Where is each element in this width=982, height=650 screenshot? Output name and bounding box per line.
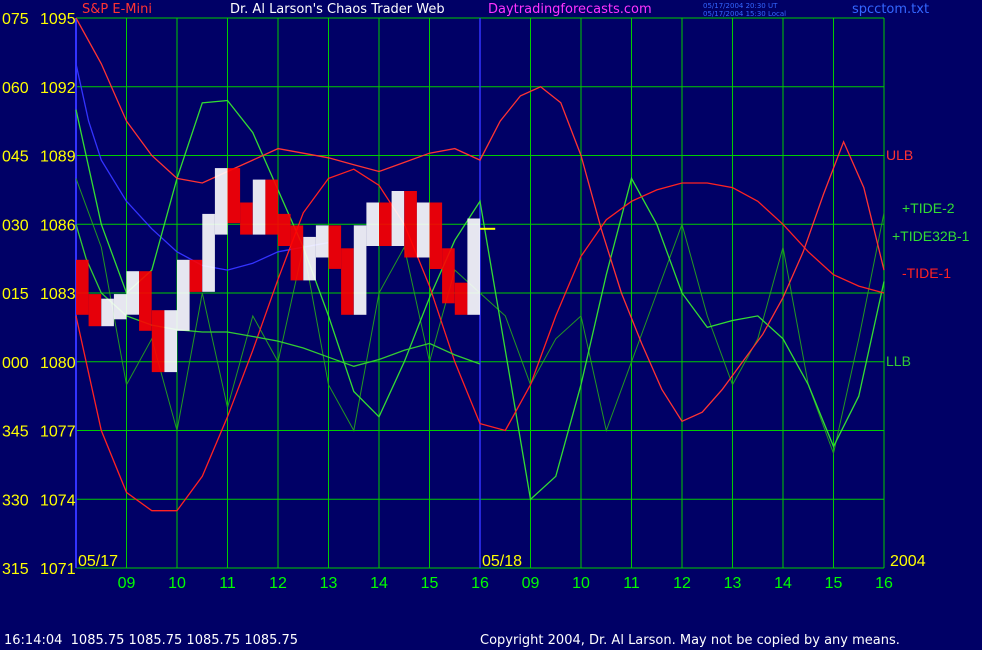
y-left-tick-label: 060 bbox=[2, 80, 29, 97]
x-hour-tick-label: 16 bbox=[875, 575, 893, 592]
y-right-tick-label: 1092 bbox=[40, 80, 76, 97]
quote-line: 16:14:04 1085.75 1085.75 1085.75 1085.75 bbox=[4, 633, 299, 648]
site-title: Dr. Al Larson's Chaos Trader Web bbox=[230, 2, 445, 17]
x-hour-tick-label: 14 bbox=[774, 575, 792, 592]
x-hour-tick-label: 09 bbox=[118, 575, 136, 592]
ulb-label: ULB bbox=[886, 147, 913, 163]
y-right-tick-label: 1080 bbox=[40, 355, 76, 372]
price-bar-down bbox=[404, 191, 417, 258]
price-bar-down bbox=[151, 310, 165, 373]
price-bar-down bbox=[227, 168, 241, 224]
price-bar-down bbox=[265, 179, 278, 235]
price-bar-up bbox=[366, 202, 379, 246]
price-bar-up bbox=[177, 259, 190, 331]
x-hour-tick-label: 13 bbox=[320, 575, 338, 592]
x-hour-tick-label: 12 bbox=[269, 575, 287, 592]
price-bar-down bbox=[442, 248, 455, 304]
file-name: spcctom.txt bbox=[852, 2, 930, 17]
x-hour-tick-label: 16 bbox=[471, 575, 489, 592]
x-hour-tick-label: 10 bbox=[168, 575, 186, 592]
y-left-tick-label: 345 bbox=[2, 424, 29, 441]
x-hour-tick-label: 09 bbox=[522, 575, 540, 592]
llb-label: LLB bbox=[886, 353, 911, 369]
chaos-trader-chart: 075 1095 060 1092 045 1089 030 1086 015 1083 000 10… bbox=[2, 11, 970, 592]
y-left-tick-label: 030 bbox=[2, 217, 29, 234]
y-right-tick-label: 1077 bbox=[40, 424, 76, 441]
x-hour-tick-label: 14 bbox=[370, 575, 388, 592]
price-bar-up bbox=[315, 225, 329, 258]
y-left-tick-label: 045 bbox=[2, 149, 29, 166]
y-right-tick-label: 1083 bbox=[40, 286, 76, 303]
price-bar-up bbox=[164, 310, 177, 373]
instrument-title: S&P E-Mini bbox=[82, 2, 152, 17]
price-bar-down bbox=[139, 271, 152, 331]
price-bar-up bbox=[467, 218, 480, 315]
x-hour-tick-label: 10 bbox=[572, 575, 590, 592]
price-bar-down bbox=[379, 202, 392, 246]
x-hour-tick-label: 15 bbox=[421, 575, 439, 592]
stamp-local: 05/17/2004 15:30 Local bbox=[703, 10, 787, 18]
price-bar-up bbox=[353, 225, 367, 315]
y-right-tick-label: 1071 bbox=[40, 561, 76, 578]
y-left-tick-label: 330 bbox=[2, 492, 29, 509]
price-bar-up bbox=[101, 298, 114, 327]
x-hour-tick-label: 11 bbox=[623, 575, 640, 592]
stamp-ut: 05/17/2004 20:30 UT bbox=[703, 2, 778, 10]
date-label-mid: 05/18 bbox=[482, 553, 522, 570]
price-bar-down bbox=[88, 294, 102, 327]
price-bar-up bbox=[126, 271, 140, 315]
price-bar-down bbox=[240, 202, 253, 235]
price-bar-down bbox=[76, 259, 89, 315]
price-bar-down bbox=[454, 282, 468, 315]
price-bar-down bbox=[429, 202, 443, 269]
price-bar-up bbox=[416, 202, 430, 258]
tide2-label: +TIDE-2 bbox=[902, 200, 955, 216]
copyright: Copyright 2004, Dr. Al Larson. May not b… bbox=[480, 633, 900, 648]
y-left-tick-label: 015 bbox=[2, 286, 29, 303]
price-bar-down bbox=[189, 259, 203, 292]
y-right-tick-label: 1089 bbox=[40, 149, 76, 166]
y-left-tick-label: 000 bbox=[2, 355, 29, 372]
tide1-label: -TIDE-1 bbox=[902, 265, 951, 281]
site-url: Daytradingforecasts.com bbox=[488, 2, 652, 17]
y-right-tick-label: 1095 bbox=[40, 11, 76, 28]
price-bar-up bbox=[252, 179, 266, 235]
price-bar-down bbox=[328, 225, 342, 269]
price-bar-up bbox=[113, 294, 127, 320]
date-label-year: 2004 bbox=[890, 553, 926, 570]
y-right-tick-label: 1086 bbox=[40, 217, 76, 234]
x-hour-tick-label: 12 bbox=[673, 575, 691, 592]
tide32b-label: +TIDE32B-1 bbox=[892, 228, 970, 244]
price-bar-up bbox=[214, 168, 228, 235]
price-bar-up bbox=[391, 191, 405, 246]
y-left-tick-label: 315 bbox=[2, 561, 29, 578]
x-hour-tick-label: 11 bbox=[219, 575, 236, 592]
price-bar-down bbox=[341, 248, 354, 315]
price-bar-up bbox=[202, 213, 215, 292]
y-left-tick-label: 075 bbox=[2, 11, 29, 28]
price-bar-up bbox=[303, 236, 316, 281]
date-label-start: 05/17 bbox=[78, 553, 118, 570]
price-bar-down bbox=[278, 213, 291, 246]
x-hour-tick-label: 15 bbox=[825, 575, 843, 592]
price-bar-down bbox=[290, 225, 304, 281]
y-right-tick-label: 1074 bbox=[40, 492, 76, 509]
x-hour-tick-label: 13 bbox=[724, 575, 742, 592]
